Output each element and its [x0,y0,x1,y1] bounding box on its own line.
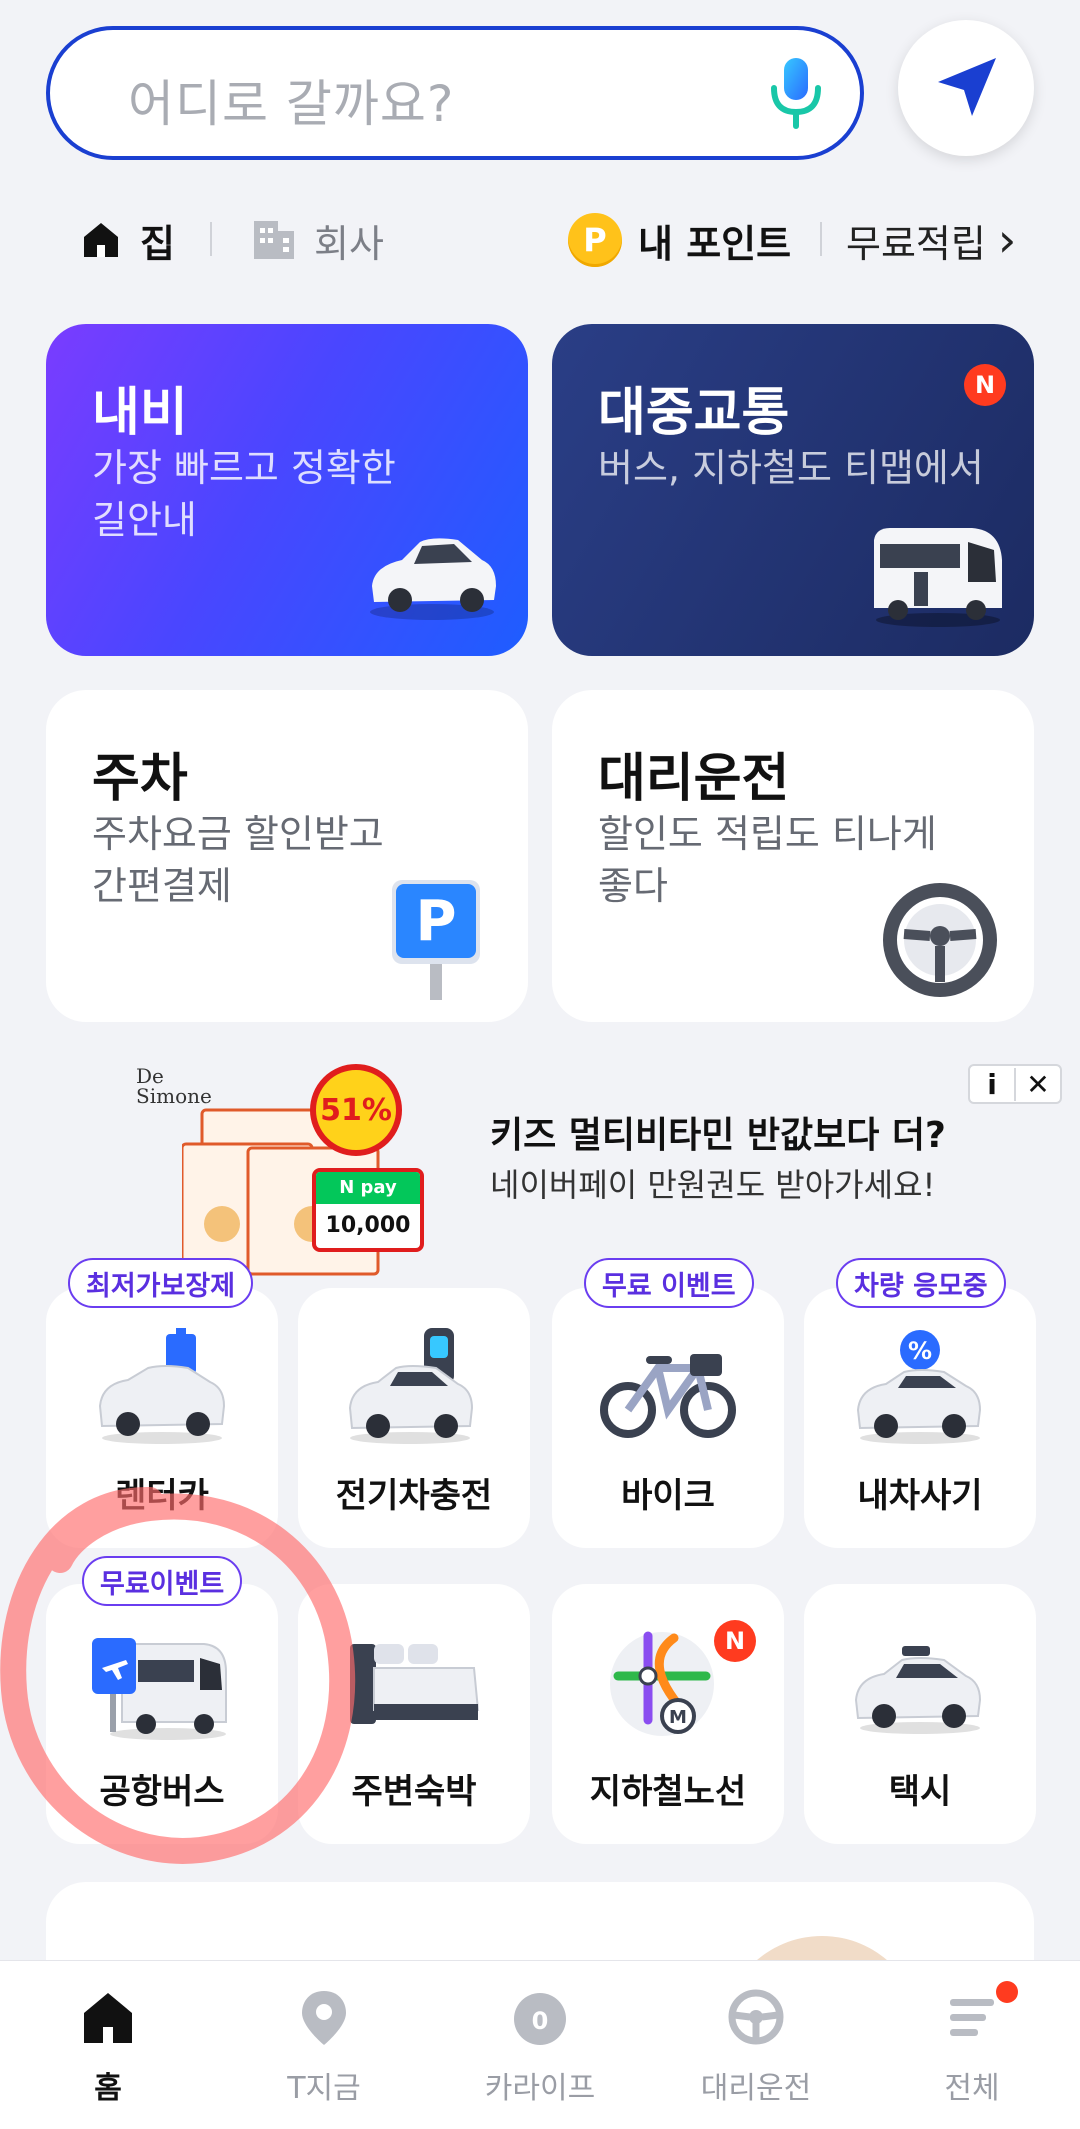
npay-label: N pay [316,1172,420,1204]
taxi-icon [854,1646,982,1734]
microphone-icon[interactable] [766,54,826,134]
shortcut-work[interactable]: 회사 [252,208,384,272]
car-icon [370,538,496,620]
promo-tag: 차량 응모중 [836,1258,1006,1308]
shortcut-home-label: 집 [140,221,175,266]
service-airport-bus[interactable]: 공항버스 [46,1584,278,1844]
service-subway-map[interactable]: N M 지하철노선 [552,1584,784,1844]
svg-text:0: 0 [532,2007,549,2035]
service-nearby-lodging[interactable]: 주변숙박 [298,1584,530,1844]
card-title: 대중교통 [598,383,790,443]
svg-text:P: P [415,889,456,954]
card-description: 주차요금 할인받고 간편결제 [92,812,384,908]
service-label: 전기차충전 [335,1476,493,1516]
steering-wheel-icon [883,883,997,997]
tab-label: 홈 [94,2071,122,2106]
current-location-button[interactable] [898,20,1034,156]
bus-icon [874,528,1002,627]
promo-tag: 무료이벤트 [82,1556,243,1606]
service-bike[interactable]: 바이크 [552,1288,784,1548]
ad-banner[interactable]: De Simone 51% N pay 10,000원 키즈 멀티비타민 반값보… [0,1058,1080,1276]
rental-car-icon [98,1328,226,1444]
home-icon [84,1993,132,2043]
ad-subtext: 네이버페이 만원권도 받아가세요! [490,1166,936,1204]
navigation-arrow-icon [938,58,996,116]
service-taxi[interactable]: 택시 [804,1584,1036,1844]
my-points-button[interactable]: P 내 포인트 [568,208,791,272]
menu-icon [950,1999,994,2036]
card-title: 대리운전 [598,749,790,809]
airport-bus-icon [92,1638,227,1740]
shortcut-home[interactable]: 집 [80,208,175,272]
promo-tag: 최저가보장제 [68,1258,254,1308]
ad-close-icon[interactable]: ✕ [1014,1067,1060,1101]
service-label: 렌터카 [115,1476,209,1516]
service-label: 내차사기 [857,1476,983,1516]
my-points-label: 내 포인트 [638,221,792,266]
new-badge: N [964,364,1006,406]
free-earn-label: 무료적립 [846,221,986,266]
shortcut-row: 집 회사 P 내 포인트 무료적립 › [0,208,1080,272]
npay-coupon: N pay 10,000원 [312,1168,424,1252]
tab-label: 카라이프 [484,2071,596,2106]
tab-car-life[interactable]: 0 카라이프 [432,1961,648,2129]
discount-text: 51% [320,1092,392,1128]
steering-wheel-icon [728,1989,784,2045]
tab-t-now[interactable]: T지금 [216,1961,432,2129]
point-coin-icon: P [568,213,622,267]
location-pin-icon [302,1991,346,2045]
notification-dot [996,1981,1018,2003]
service-label: 지하철노선 [589,1772,747,1812]
service-label: 공항버스 [99,1772,225,1812]
divider [210,222,212,256]
tab-label: 대리운전 [700,2071,812,2106]
ad-controls: i ✕ [968,1064,1062,1104]
ev-charging-icon [348,1328,474,1444]
card-title: 내비 [92,383,188,443]
service-label: 바이크 [621,1476,715,1516]
shortcut-work-label: 회사 [314,221,384,266]
ad-headline: 키즈 멀티비타민 반값보다 더? [490,1115,946,1156]
subway-map-icon: M [610,1631,714,1736]
svg-text:M: M [669,1707,687,1728]
buy-car-icon: % [856,1330,982,1444]
tab-all-menu[interactable]: 전체 [864,1961,1080,2129]
tab-designated-driver[interactable]: 대리운전 [648,1961,864,2129]
promo-tag: 무료 이벤트 [584,1258,754,1308]
parking-sign-icon: P [392,880,480,1000]
speedometer-icon: 0 [514,1993,566,2045]
coupon-amount: 10,000원 [325,1213,411,1238]
service-ev-charging[interactable]: 전기차충전 [298,1288,530,1548]
search-input[interactable]: 어디로 갈까요? [46,26,864,160]
card-designated-driver[interactable]: 대리운전 할인도 적립도 티나게 좋다 [552,690,1034,1022]
chevron-right-icon: › [997,213,1017,267]
divider [820,222,822,256]
card-navigation[interactable]: 내비 가장 빠르고 정확한 길안내 [46,324,528,656]
tab-label: 전체 [944,2071,1000,2106]
service-label: 주변숙박 [351,1772,477,1812]
card-description: 버스, 지하철도 티맵에서 [598,446,984,490]
tab-label: T지금 [287,2071,361,2106]
card-public-transit[interactable]: 대중교통 버스, 지하철도 티맵에서 N [552,324,1034,656]
free-earn-link[interactable]: 무료적립 › [846,208,1016,272]
home-icon [84,223,118,257]
bed-icon [350,1644,480,1724]
card-title: 주차 [92,749,188,809]
service-label: 택시 [888,1772,952,1812]
svg-text:%: % [908,1337,932,1365]
search-placeholder: 어디로 갈까요? [128,75,455,133]
discount-badge: 51% [310,1064,402,1156]
card-parking[interactable]: 주차 주차요금 할인받고 간편결제 P [46,690,528,1022]
service-buy-car[interactable]: % 내차사기 [804,1288,1036,1548]
bike-icon [600,1354,736,1438]
tab-home[interactable]: 홈 [0,1961,216,2129]
building-icon [254,221,294,259]
ad-info-icon[interactable]: i [970,1068,1014,1101]
bottom-tab-bar: 홈 T지금 0 카라이프 대리운전 전체 [0,1960,1080,2129]
service-rental-car[interactable]: 렌터카 [46,1288,278,1548]
